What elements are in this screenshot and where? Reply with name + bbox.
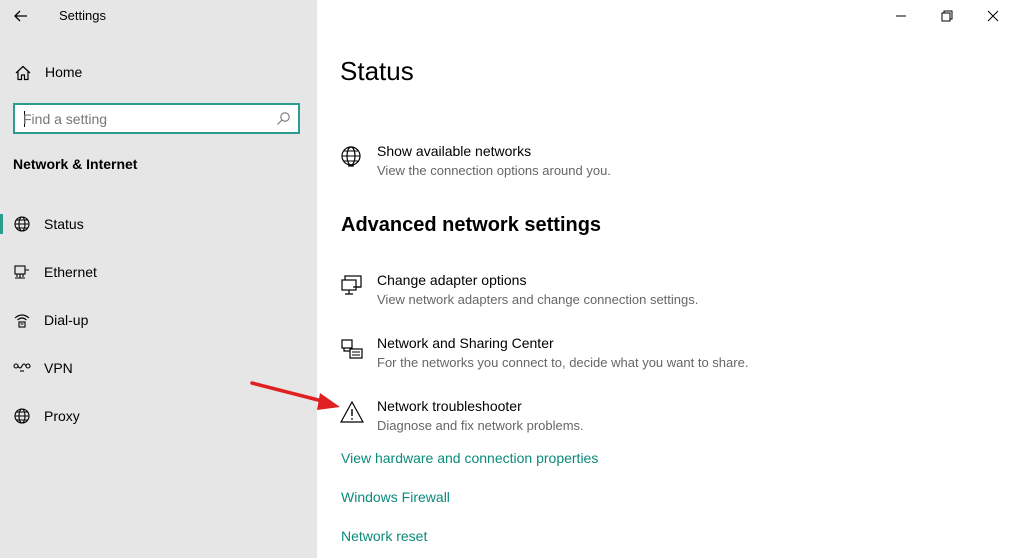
close-icon: [987, 10, 999, 22]
sidebar-item-dialup[interactable]: Dial-up: [0, 300, 317, 340]
change-adapter-options-row[interactable]: Change adapter options View network adap…: [340, 272, 940, 316]
setting-description: Diagnose and fix network problems.: [377, 418, 584, 433]
sidebar-item-status[interactable]: Status: [0, 204, 317, 244]
show-networks-row[interactable]: Show available networks View the connect…: [340, 143, 940, 187]
sidebar: Settings Home Network & Internet Status …: [0, 0, 317, 558]
window-controls: [878, 0, 1016, 32]
page-title: Status: [340, 56, 414, 86]
annotation-arrow-icon: [250, 381, 340, 410]
sharing-center-row[interactable]: Network and Sharing Center For the netwo…: [340, 335, 940, 379]
setting-title: Network troubleshooter: [377, 398, 522, 414]
home-nav-item[interactable]: Home: [0, 58, 317, 88]
restore-icon: [941, 10, 953, 22]
vpn-icon: [13, 363, 31, 372]
sidebar-item-label: Ethernet: [44, 264, 97, 280]
network-reset-link[interactable]: Network reset: [341, 528, 427, 544]
warning-icon: [340, 400, 364, 423]
setting-description: View the connection options around you.: [377, 163, 611, 178]
minimize-icon: [896, 15, 906, 17]
sidebar-item-label: Status: [44, 216, 84, 232]
ethernet-icon: [14, 265, 29, 279]
active-indicator: [0, 214, 3, 234]
close-button[interactable]: [970, 0, 1016, 32]
sidebar-item-label: VPN: [44, 360, 73, 376]
setting-title: Show available networks: [377, 143, 532, 159]
restore-button[interactable]: [924, 0, 970, 32]
setting-title: Network and Sharing Center: [377, 335, 554, 351]
home-icon: [15, 65, 31, 81]
setting-description: For the networks you connect to, decide …: [377, 355, 749, 370]
hardware-properties-link[interactable]: View hardware and connection properties: [341, 450, 598, 466]
network-troubleshooter-row[interactable]: Network troubleshooter Diagnose and fix …: [340, 398, 940, 442]
section-title: Network & Internet: [13, 156, 138, 172]
globe-icon: [14, 408, 30, 424]
sidebar-item-label: Dial-up: [44, 312, 89, 328]
back-arrow-icon: [14, 10, 27, 22]
minimize-button[interactable]: [878, 0, 924, 32]
titlebar-left: Settings: [0, 0, 317, 32]
search-icon[interactable]: [276, 111, 291, 126]
adapter-icon: [341, 275, 362, 295]
globe-icon: [14, 216, 30, 232]
search-input[interactable]: [23, 110, 273, 128]
advanced-settings-heading: Advanced network settings: [341, 214, 602, 236]
windows-firewall-link[interactable]: Windows Firewall: [341, 489, 450, 505]
sharing-center-icon: [341, 339, 363, 359]
setting-description: View network adapters and change connect…: [377, 292, 699, 307]
app-title: Settings: [59, 8, 106, 23]
globe-network-icon: [341, 146, 361, 167]
sidebar-item-ethernet[interactable]: Ethernet: [0, 252, 317, 292]
setting-title: Change adapter options: [377, 272, 527, 288]
dialup-icon: [14, 314, 30, 328]
home-label: Home: [45, 64, 83, 80]
search-box[interactable]: [13, 103, 300, 134]
sidebar-item-label: Proxy: [44, 408, 80, 424]
back-button[interactable]: [9, 5, 33, 27]
